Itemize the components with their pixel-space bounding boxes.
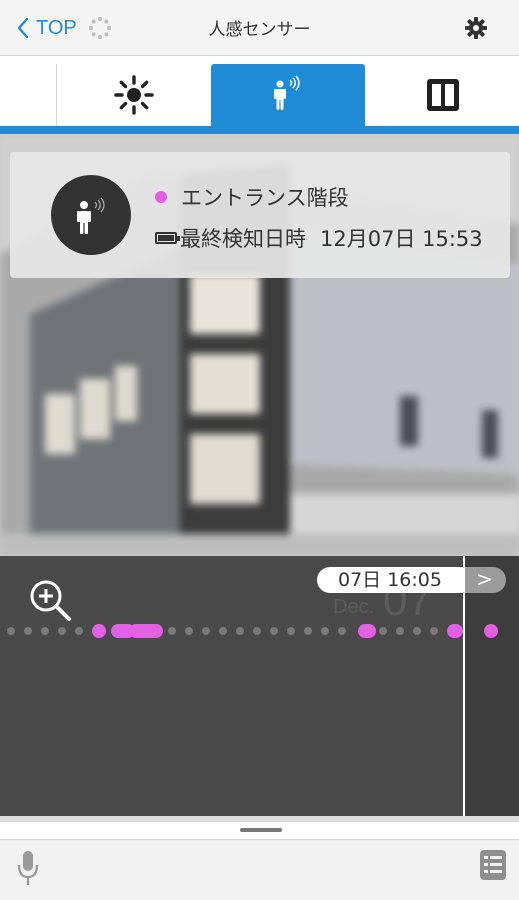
sensor-info-card[interactable]: エントランス階段 最終検知日時 12月07日 15:53 <box>10 152 510 278</box>
back-label: TOP <box>36 16 77 39</box>
idle-dot <box>41 627 49 635</box>
idle-dot <box>253 627 261 635</box>
idle-dot <box>287 627 295 635</box>
idle-dot <box>396 627 404 635</box>
last-detected-value: 12月07日 15:53 <box>320 227 483 251</box>
current-time-line <box>463 556 465 816</box>
idle-dot <box>24 627 32 635</box>
tab-brightness[interactable] <box>56 64 210 126</box>
sun-icon <box>113 75 154 115</box>
idle-dot <box>236 627 244 635</box>
idle-dot <box>270 627 278 635</box>
idle-dot <box>338 627 346 635</box>
door-window-icon <box>426 79 459 111</box>
idle-dot <box>430 627 438 635</box>
sensor-tabs <box>0 56 519 134</box>
microphone-icon[interactable] <box>16 849 40 889</box>
drawer-handle-area <box>0 822 519 840</box>
detection-event[interactable] <box>484 624 498 638</box>
idle-dot <box>168 627 176 635</box>
last-detected-row: 最終検知日時 12月07日 15:53 <box>155 223 483 253</box>
future-area <box>465 556 519 816</box>
chevron-left-icon <box>17 17 29 39</box>
drawer-handle[interactable] <box>240 828 282 832</box>
idle-dot <box>7 627 15 635</box>
idle-dot <box>219 627 227 635</box>
detection-event[interactable] <box>358 624 376 638</box>
motion-sensor-icon <box>77 197 105 234</box>
idle-dot <box>379 627 387 635</box>
detection-event[interactable] <box>447 624 463 638</box>
idle-dot <box>304 627 312 635</box>
list-icon[interactable] <box>479 849 507 881</box>
tab-door[interactable] <box>366 64 519 126</box>
idle-dot <box>202 627 210 635</box>
idle-dot <box>58 627 66 635</box>
sensor-name: エントランス階段 <box>181 186 349 210</box>
battery-icon <box>155 232 180 244</box>
status-dot <box>155 191 167 203</box>
last-detected-label: 最終検知日時 <box>180 227 306 251</box>
back-button[interactable]: TOP <box>16 14 77 42</box>
motion-sensor-icon <box>274 75 300 110</box>
page-title: 人感センサー <box>208 20 311 40</box>
gear-icon[interactable] <box>462 14 490 42</box>
tab-underline <box>0 126 519 134</box>
idle-dot <box>413 627 421 635</box>
detection-event[interactable] <box>129 624 163 638</box>
loading-spinner-icon <box>89 17 111 39</box>
idle-dot <box>185 627 193 635</box>
idle-dot <box>321 627 329 635</box>
sensor-avatar <box>51 175 131 255</box>
current-datetime: 07日 16:05 <box>317 567 463 593</box>
timeline-track <box>7 624 498 638</box>
detection-timeline[interactable]: Dec. 07 07日 16:05 > <box>0 556 519 816</box>
tab-motion[interactable] <box>211 64 365 126</box>
app-header: TOP 人感センサー <box>0 0 519 56</box>
detection-event[interactable] <box>92 624 106 638</box>
sensor-name-row: エントランス階段 <box>155 182 349 212</box>
idle-dot <box>75 627 83 635</box>
bottom-toolbar <box>0 841 519 900</box>
next-button[interactable]: > <box>463 567 506 593</box>
